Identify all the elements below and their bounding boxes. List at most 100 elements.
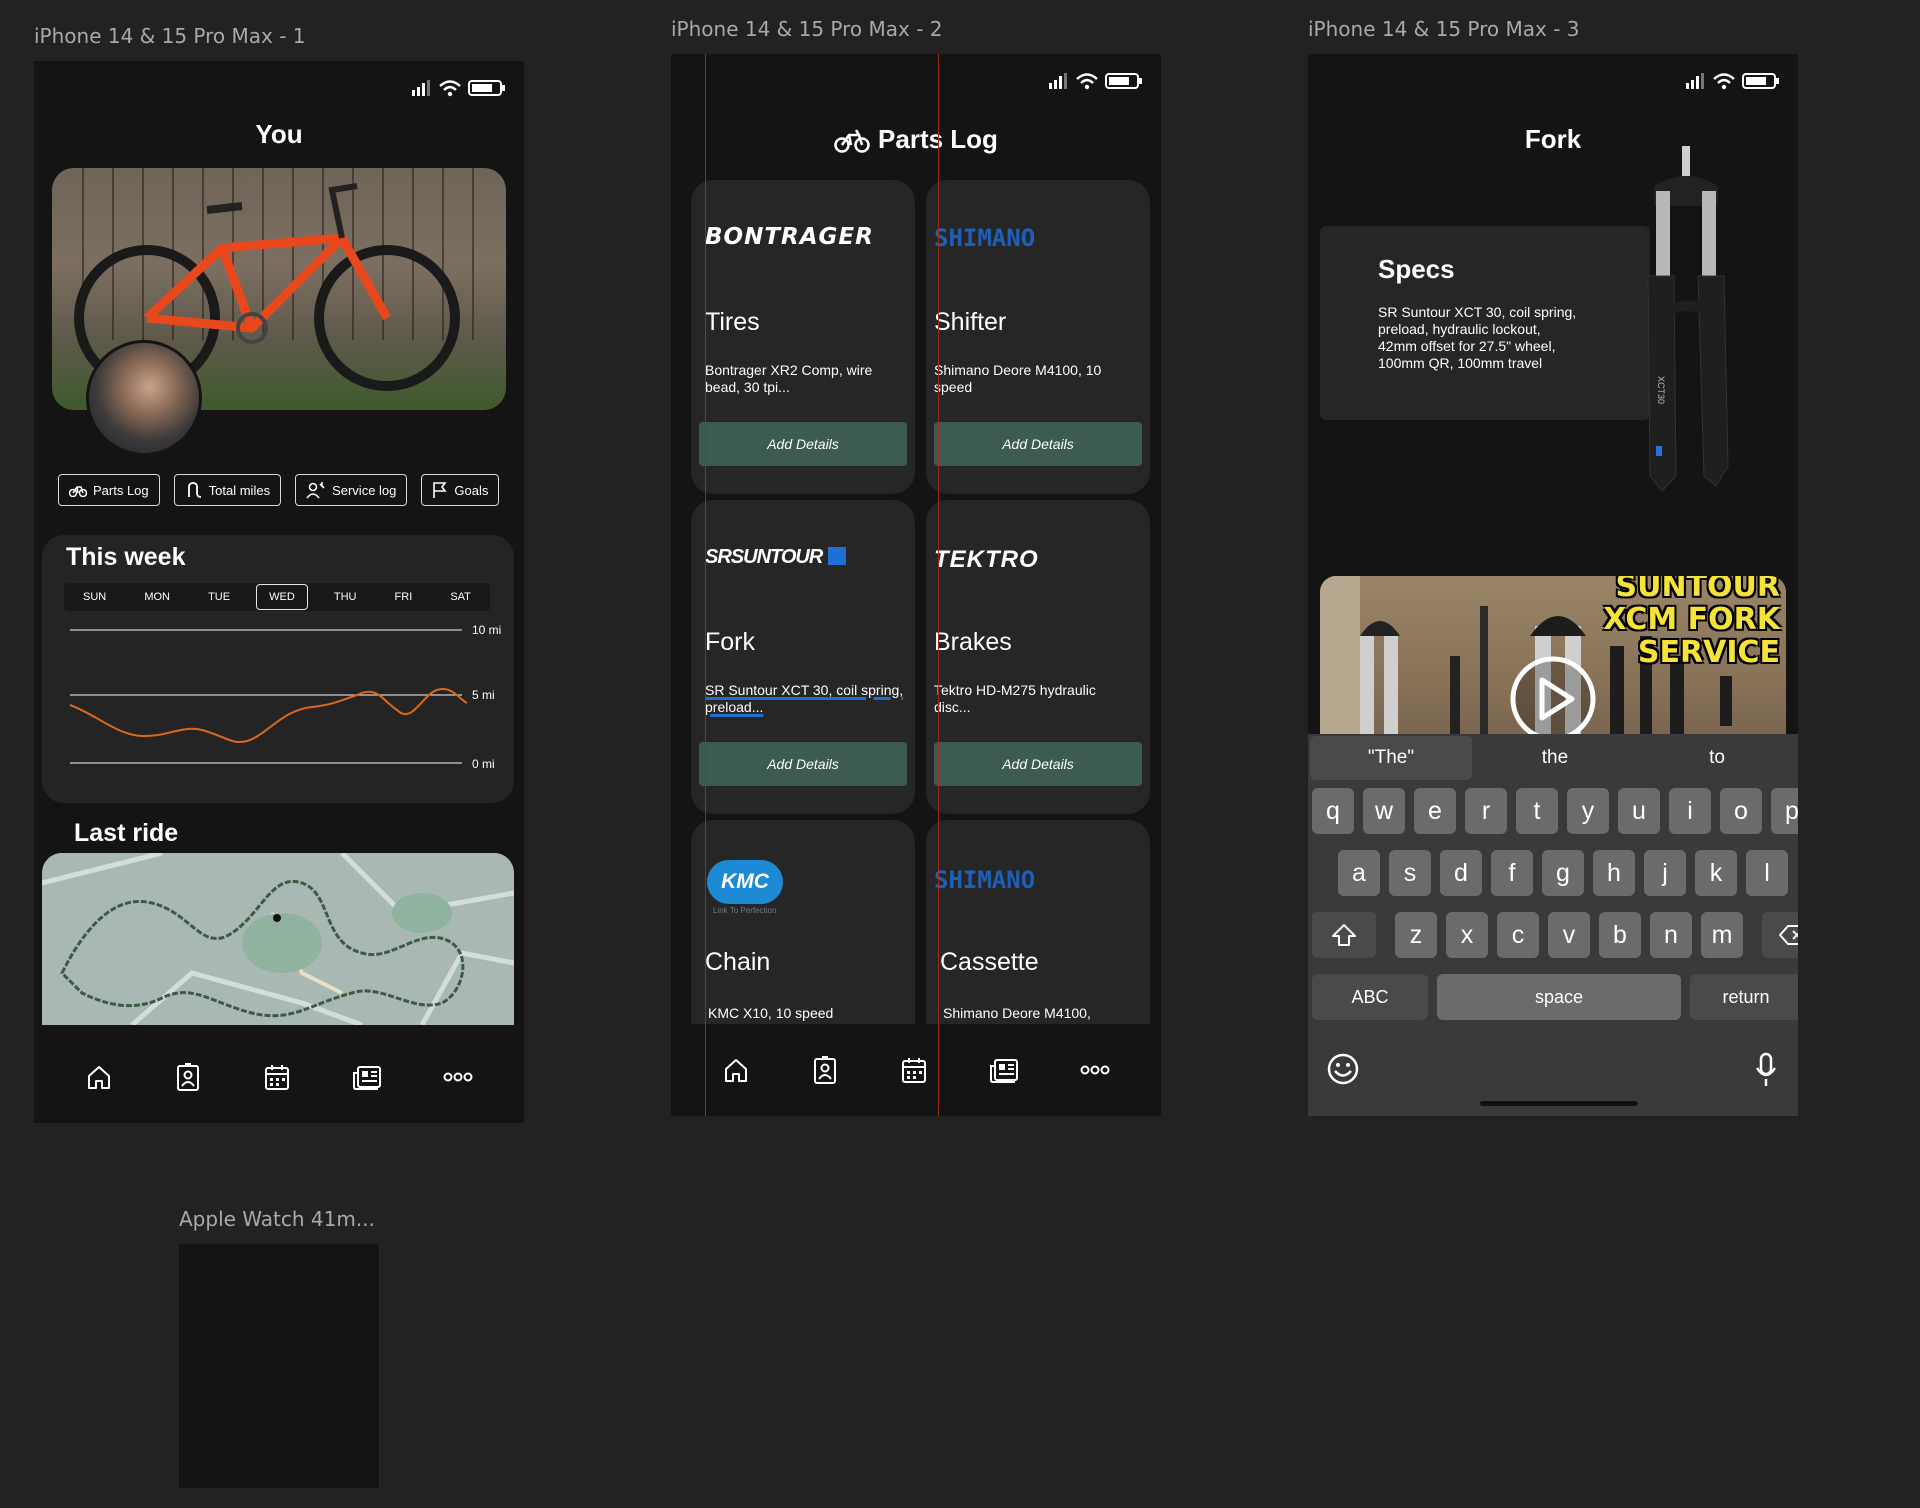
key[interactable]: w (1363, 788, 1405, 834)
part-desc: Tektro HD-M275 hydraulic disc... (934, 682, 1096, 715)
key[interactable]: x (1446, 912, 1488, 958)
news-icon[interactable] (989, 1056, 1019, 1084)
key[interactable]: o (1720, 788, 1762, 834)
shift-key[interactable] (1312, 912, 1376, 958)
tab-bar (34, 1031, 524, 1123)
key[interactable]: e (1414, 788, 1456, 834)
home-icon[interactable] (85, 1063, 113, 1091)
part-name: Tires (705, 308, 760, 336)
y-label-mid: 5 mi (472, 688, 495, 702)
key[interactable]: j (1644, 850, 1686, 896)
key[interactable]: z (1395, 912, 1437, 958)
frame-label-2[interactable]: iPhone 14 & 15 Pro Max - 2 (671, 17, 943, 41)
suggestion-to[interactable]: to (1636, 747, 1798, 769)
key[interactable]: n (1650, 912, 1692, 958)
backspace-icon (1779, 925, 1798, 945)
add-details-button[interactable]: Add Details (699, 422, 907, 466)
key[interactable]: g (1542, 850, 1584, 896)
more-icon[interactable] (1080, 1065, 1110, 1075)
signal-icon (1049, 73, 1067, 89)
avatar[interactable] (86, 340, 202, 456)
chip-parts-log[interactable]: Parts Log (58, 474, 160, 506)
profile-icon[interactable] (811, 1055, 839, 1085)
specs-text: SR Suntour XCT 30, coil spring, preload,… (1378, 304, 1577, 371)
bike-icon (69, 486, 87, 497)
wifi-icon (1713, 73, 1735, 90)
brand-logo: SHIMANO (934, 866, 1036, 894)
part-card[interactable]: SHIMANO Shifter Shimano Deore M4100, 10 … (926, 180, 1150, 494)
key-row-4: ABC space return (1312, 974, 1798, 1020)
part-card[interactable]: BONTRAGER Tires Bontrager XR2 Comp, wire… (691, 180, 915, 494)
more-icon[interactable] (443, 1072, 473, 1082)
layout-guide (705, 54, 706, 1116)
part-card[interactable]: TEKTRO Brakes Tektro HD-M275 hydraulic d… (926, 500, 1150, 814)
key[interactable]: r (1465, 788, 1507, 834)
return-key[interactable]: return (1690, 974, 1798, 1020)
backspace-key[interactable] (1762, 912, 1798, 958)
page-header: Parts Log (671, 124, 1161, 155)
key[interactable]: f (1491, 850, 1533, 896)
frame-label-watch[interactable]: Apple Watch 41m... (179, 1207, 375, 1231)
home-indicator[interactable] (1480, 1101, 1638, 1106)
calendar-icon[interactable] (900, 1056, 928, 1084)
wifi-icon (1076, 73, 1098, 90)
emoji-icon[interactable] (1326, 1052, 1360, 1086)
key-row-2: a s d f g h j k l (1338, 850, 1788, 896)
suggestion-quoted[interactable]: "The" (1310, 736, 1472, 780)
status-bar (412, 79, 506, 97)
video-thumbnail[interactable]: SUNTOUR XCM FORK SERVICE (1320, 576, 1786, 736)
frame-you: You Parts Log Total miles Service log Go… (34, 61, 524, 1123)
play-icon[interactable] (1508, 654, 1598, 736)
layout-guide (938, 54, 939, 1116)
key[interactable]: k (1695, 850, 1737, 896)
frame-fork: Fork Specs SR Suntour XCT 30, coil sprin… (1308, 54, 1798, 1116)
key[interactable]: d (1440, 850, 1482, 896)
profile-icon[interactable] (174, 1062, 202, 1092)
chip-service-log[interactable]: Service log (295, 474, 408, 506)
key[interactable]: c (1497, 912, 1539, 958)
key[interactable]: p (1771, 788, 1798, 834)
part-desc: SR Suntour XCT 30, coil spring, preload.… (705, 682, 904, 715)
chip-label: Goals (454, 482, 489, 498)
part-card[interactable]: SRSUNTOUR Fork SR Suntour XCT 30, coil s… (691, 500, 915, 814)
chip-label: Service log (332, 482, 397, 498)
tab-bar (671, 1024, 1161, 1116)
chip-total-miles[interactable]: Total miles (173, 474, 282, 506)
frame-label-3[interactable]: iPhone 14 & 15 Pro Max - 3 (1308, 17, 1580, 41)
news-icon[interactable] (352, 1063, 382, 1091)
frame-label-1[interactable]: iPhone 14 & 15 Pro Max - 1 (34, 24, 306, 48)
add-details-button[interactable]: Add Details (699, 742, 907, 786)
key[interactable]: h (1593, 850, 1635, 896)
key[interactable]: y (1567, 788, 1609, 834)
abc-key[interactable]: ABC (1312, 974, 1428, 1020)
specs-card: Specs SR Suntour XCT 30, coil spring, pr… (1320, 226, 1650, 420)
chip-label: Total miles (208, 482, 271, 498)
key[interactable]: t (1516, 788, 1558, 834)
ride-map[interactable] (42, 853, 514, 1025)
home-icon[interactable] (722, 1056, 750, 1084)
key[interactable]: b (1599, 912, 1641, 958)
microphone-icon[interactable] (1754, 1052, 1778, 1088)
brand-logo: SRSUNTOUR (705, 546, 847, 569)
key[interactable]: q (1312, 788, 1354, 834)
chip-label: Parts Log (93, 482, 149, 498)
key-row-1: q w e r t y u i o p (1312, 788, 1798, 834)
brand-logo: BONTRAGER (705, 224, 874, 250)
calendar-icon[interactable] (263, 1063, 291, 1091)
brand-logo: SHIMANO (934, 224, 1036, 252)
fork-label: XCT30 (1656, 376, 1666, 404)
key[interactable]: u (1618, 788, 1660, 834)
key[interactable]: s (1389, 850, 1431, 896)
key[interactable]: l (1746, 850, 1788, 896)
key[interactable]: v (1548, 912, 1590, 958)
chip-goals[interactable]: Goals (421, 474, 500, 506)
add-details-button[interactable]: Add Details (934, 742, 1142, 786)
key[interactable]: m (1701, 912, 1743, 958)
video-caption: SUNTOUR XCM FORK SERVICE (1603, 576, 1780, 669)
suggestion-the[interactable]: the (1474, 747, 1636, 769)
key[interactable]: i (1669, 788, 1711, 834)
part-desc: Bontrager XR2 Comp, wire bead, 30 tpi... (705, 362, 873, 395)
key[interactable]: a (1338, 850, 1380, 896)
add-details-button[interactable]: Add Details (934, 422, 1142, 466)
space-key[interactable]: space (1437, 974, 1681, 1020)
